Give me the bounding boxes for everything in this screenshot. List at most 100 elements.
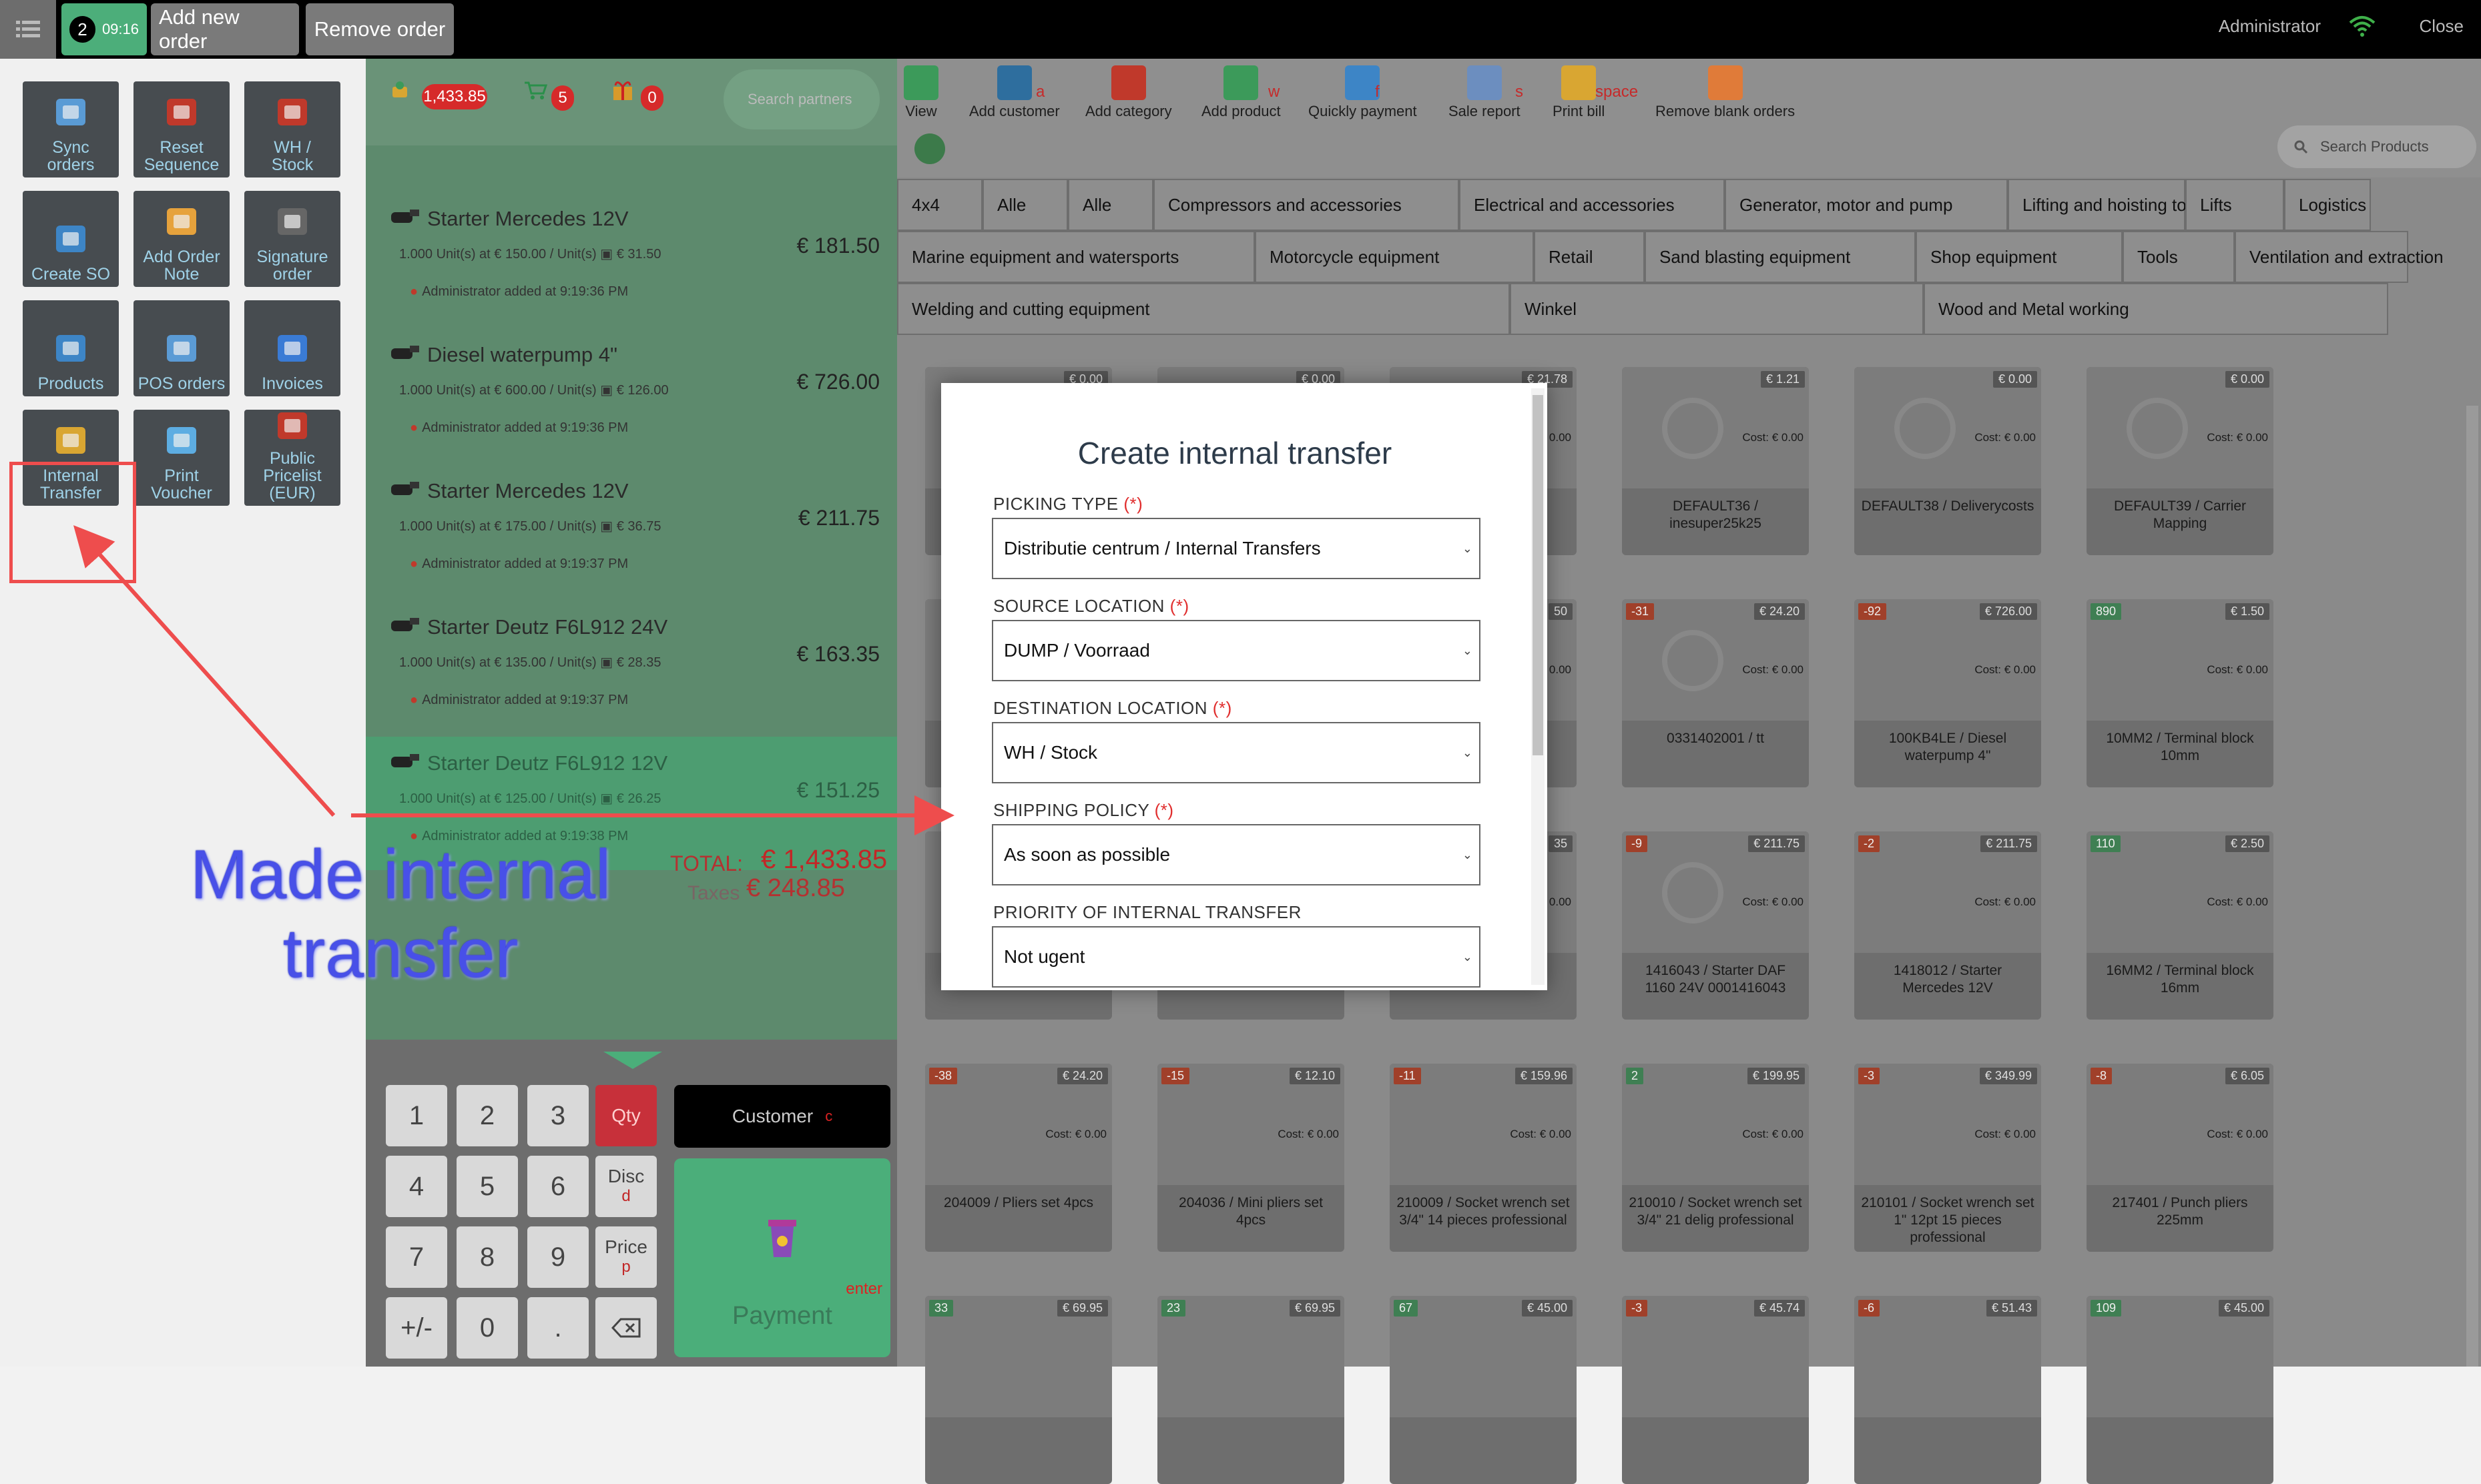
numpad-key[interactable]: 0 <box>457 1297 518 1359</box>
search-products-input[interactable]: Search Products <box>2277 125 2476 168</box>
price-button[interactable]: Price p <box>595 1226 657 1288</box>
category-tab[interactable]: Alle <box>1068 179 1153 231</box>
numpad-key[interactable]: 8 <box>457 1226 518 1288</box>
category-tab[interactable]: Electrical and accessories <box>1459 179 1725 231</box>
category-tab[interactable]: Sand blasting equipment <box>1645 231 1916 283</box>
remove-order-button[interactable]: Remove order <box>306 3 454 55</box>
field-select[interactable]: DUMP / Voorraad ⌄ <box>992 620 1480 681</box>
numpad-key[interactable]: +/- <box>386 1297 447 1359</box>
toolbar-add-customer[interactable]: Add customer a <box>969 65 1060 120</box>
numpad-key[interactable]: . <box>527 1297 589 1359</box>
numpad-key[interactable]: 1 <box>386 1085 447 1146</box>
numpad-key[interactable]: 4 <box>386 1156 447 1217</box>
category-tab[interactable]: 4x4 <box>897 179 983 231</box>
order-line[interactable]: Starter Deutz F6L912 24V 1.000 Unit(s) at… <box>366 601 897 734</box>
menu-icon[interactable] <box>0 0 56 59</box>
category-tab[interactable]: Retail <box>1534 231 1645 283</box>
product-card[interactable]: € 45.74 -3 <box>1622 1296 1809 1484</box>
category-tab[interactable]: Marine equipment and watersports <box>897 231 1255 283</box>
toolbar-print-bill[interactable]: Print bill space <box>1553 65 1638 120</box>
category-tab[interactable]: Wood and Metal working <box>1924 283 2388 335</box>
disc-button[interactable]: Disc d <box>595 1156 657 1217</box>
order-line[interactable]: Starter Mercedes 12V 1.000 Unit(s) at € 1… <box>366 464 897 598</box>
product-card[interactable]: € 211.75 -2 Cost: € 0.00 1418012 / Starter … <box>1854 831 2041 1020</box>
product-card[interactable]: € 24.20 -38 Cost: € 0.00 204009 / Pliers se… <box>925 1064 1112 1252</box>
product-card[interactable]: € 349.99 -3 Cost: € 0.00 210101 / Socket wr… <box>1854 1064 2041 1252</box>
toolbar-remove-blank-orders[interactable]: Remove blank orders <box>1655 65 1795 120</box>
numpad-key[interactable]: 6 <box>527 1156 589 1217</box>
cart-icon[interactable] <box>523 80 548 103</box>
toolbar-sale-report[interactable]: Sale report s <box>1448 65 1523 120</box>
tool-products[interactable]: Products <box>23 300 119 396</box>
field-label: PICKING TYPE (*) <box>993 494 1143 514</box>
tool-sync[interactable]: Sync orders <box>23 81 119 177</box>
tool-pricelist[interactable]: Public Pricelist (EUR) <box>244 410 340 506</box>
category-tab[interactable]: Welding and cutting equipment <box>897 283 1510 335</box>
qty-button[interactable]: Qty <box>595 1085 657 1146</box>
product-card[interactable]: € 2.50 110 Cost: € 0.00 16MM2 / Terminal bl… <box>2087 831 2273 1020</box>
tool-reset[interactable]: Reset Sequence <box>133 81 230 177</box>
numpad-key[interactable]: 3 <box>527 1085 589 1146</box>
toolbar-quickly-payment[interactable]: Quickly payment f <box>1308 65 1417 120</box>
product-card[interactable]: € 6.05 -8 Cost: € 0.00 217401 / Punch plier… <box>2087 1064 2273 1252</box>
close-button[interactable]: Close <box>2420 16 2464 37</box>
product-scrollbar[interactable] <box>2466 406 2478 1367</box>
order-line[interactable]: Diesel waterpump 4" 1.000 Unit(s) at € 60… <box>366 328 897 462</box>
collapse-arrow-icon[interactable] <box>603 1052 662 1069</box>
category-tab[interactable]: Tools <box>2123 231 2235 283</box>
category-tab[interactable]: Winkel <box>1510 283 1924 335</box>
product-card[interactable]: € 69.95 23 <box>1157 1296 1344 1484</box>
payment-button[interactable]: Payment enter <box>674 1158 890 1357</box>
product-card[interactable]: € 45.00 109 <box>2087 1296 2273 1484</box>
gift-icon[interactable] <box>611 79 634 105</box>
product-card[interactable]: € 159.96 -11 Cost: € 0.00 210009 / Socket w… <box>1390 1064 1577 1252</box>
toolbar-view[interactable]: View <box>904 65 938 120</box>
field-select[interactable]: WH / Stock ⌄ <box>992 722 1480 783</box>
numpad-key[interactable]: 5 <box>457 1156 518 1217</box>
product-card[interactable]: € 51.43 -6 <box>1854 1296 2041 1484</box>
product-card[interactable]: € 12.10 -15 Cost: € 0.00 204036 / Mini plie… <box>1157 1064 1344 1252</box>
tool-signature[interactable]: Signature order <box>244 191 340 287</box>
toolbar-add-product[interactable]: Add product w <box>1201 65 1281 120</box>
backspace-icon[interactable] <box>595 1297 657 1359</box>
category-tab[interactable]: Logistics <box>2284 179 2371 231</box>
product-card[interactable]: € 1.21 Cost: € 0.00 DEFAULT36 / inesuper25… <box>1622 367 1809 555</box>
add-order-button[interactable]: Add new order <box>151 3 299 55</box>
category-tab[interactable]: Lifting and hoisting tools <box>2008 179 2209 231</box>
product-card[interactable]: € 211.75 -9 Cost: € 0.00 1416043 / Starter … <box>1622 831 1809 1020</box>
category-tab[interactable]: Lifts <box>2185 179 2284 231</box>
product-card[interactable]: € 199.95 2 Cost: € 0.00 210010 / Socket wre… <box>1622 1064 1809 1252</box>
category-tab[interactable]: Alle <box>983 179 1068 231</box>
category-tab[interactable]: Shop equipment <box>1916 231 2123 283</box>
tool-voucher[interactable]: Print Voucher <box>133 410 230 506</box>
view-mode-icon[interactable] <box>914 133 945 164</box>
category-tab[interactable]: Ventilation and extraction <box>2235 231 2444 283</box>
toolbar-add-category[interactable]: Add category <box>1085 65 1172 120</box>
tool-note[interactable]: Add Order Note <box>133 191 230 287</box>
tool-cart[interactable]: Create SO <box>23 191 119 287</box>
search-partners-input[interactable]: Search partners <box>724 69 880 129</box>
order-tab[interactable]: 2 09:16 <box>61 3 147 55</box>
tool-invoices[interactable]: Invoices <box>244 300 340 396</box>
product-card[interactable]: € 45.00 67 <box>1390 1296 1577 1484</box>
tool-pos-orders[interactable]: POS orders <box>133 300 230 396</box>
dialog-scroll-thumb[interactable] <box>1533 395 1543 755</box>
product-card[interactable]: € 1.50 890 Cost: € 0.00 10MM2 / Terminal bl… <box>2087 599 2273 787</box>
field-select[interactable]: Not ugent ⌄ <box>992 926 1480 988</box>
product-card[interactable]: € 0.00 Cost: € 0.00 DEFAULT38 / Deliveryco… <box>1854 367 2041 555</box>
product-card[interactable]: € 0.00 Cost: € 0.00 DEFAULT39 / Carrier Ma… <box>2087 367 2273 555</box>
numpad-key[interactable]: 7 <box>386 1226 447 1288</box>
product-card[interactable]: € 69.95 33 <box>925 1296 1112 1484</box>
field-select[interactable]: Distributie centrum / Internal Transfers… <box>992 518 1480 579</box>
tool-warehouse[interactable]: WH / Stock <box>244 81 340 177</box>
numpad-key[interactable]: 2 <box>457 1085 518 1146</box>
category-tab[interactable]: Generator, motor and pump <box>1725 179 2008 231</box>
category-tab[interactable]: Compressors and accessories <box>1153 179 1459 231</box>
product-card[interactable]: € 726.00 -92 Cost: € 0.00 100KB4LE / Diesel… <box>1854 599 2041 787</box>
customer-button[interactable]: Customer c <box>674 1085 890 1148</box>
category-tab[interactable]: Motorcycle equipment <box>1255 231 1534 283</box>
numpad-key[interactable]: 9 <box>527 1226 589 1288</box>
order-line[interactable]: Starter Mercedes 12V 1.000 Unit(s) at € 1… <box>366 192 897 326</box>
field-select[interactable]: As soon as possible ⌄ <box>992 824 1480 885</box>
product-card[interactable]: € 24.20 -31 Cost: € 0.00 0331402001 / tt <box>1622 599 1809 787</box>
